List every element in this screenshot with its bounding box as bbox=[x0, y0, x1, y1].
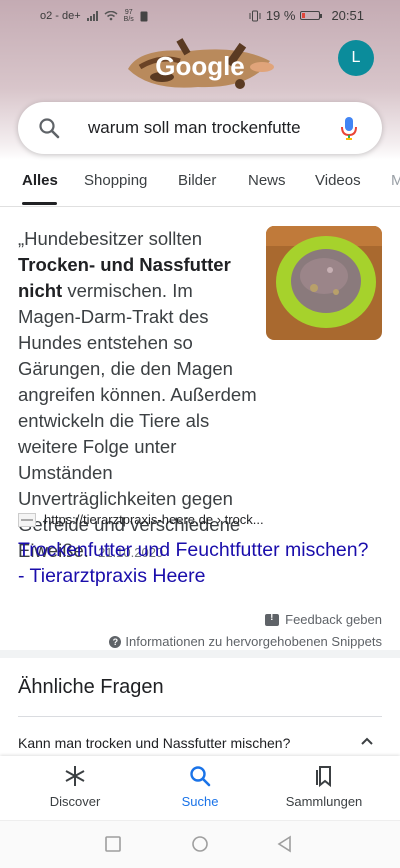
tab-more[interactable]: M bbox=[391, 172, 400, 189]
tabs-divider bbox=[0, 206, 400, 207]
google-logo-text: Google bbox=[155, 51, 245, 81]
feedback-label: Feedback geben bbox=[285, 612, 382, 627]
google-doodle[interactable]: Google bbox=[120, 37, 280, 95]
clock: 20:51 bbox=[331, 8, 364, 23]
avatar-letter: L bbox=[351, 49, 361, 66]
feedback-button[interactable]: Feedback geben bbox=[265, 612, 382, 627]
site-favicon-icon bbox=[18, 512, 36, 527]
tab-news[interactable]: News bbox=[248, 172, 286, 189]
help-icon: ? bbox=[109, 635, 122, 648]
wifi-icon bbox=[104, 11, 118, 21]
source-row[interactable]: https://tierarztpraxis-heere.de › trock.… bbox=[18, 512, 264, 527]
feedback-icon bbox=[265, 612, 280, 626]
account-avatar[interactable]: L bbox=[338, 40, 374, 76]
asterisk-icon bbox=[65, 766, 85, 786]
signal-icon bbox=[86, 11, 98, 21]
bottom-navigation: Discover Suche Sammlungen bbox=[0, 756, 400, 820]
search-icon bbox=[190, 766, 211, 787]
system-navigation bbox=[0, 820, 400, 868]
related-question[interactable]: Kann man trocken und Nassfutter mischen? bbox=[18, 735, 290, 751]
carrier-label: o2 - de+ bbox=[40, 10, 81, 22]
chevron-up-icon[interactable] bbox=[360, 736, 374, 746]
tab-bilder[interactable]: Bilder bbox=[178, 172, 216, 189]
search-input[interactable]: warum soll man trockenfutte bbox=[88, 118, 340, 138]
search-bar[interactable]: warum soll man trockenfutte bbox=[18, 102, 382, 154]
source-url[interactable]: https://tierarztpraxis-heere.de › trock.… bbox=[44, 512, 264, 527]
home-icon[interactable] bbox=[191, 835, 209, 853]
vibrate-icon bbox=[249, 10, 261, 21]
status-bar: o2 - de+ 97 B/s 19 % 20:51 bbox=[0, 0, 400, 30]
recents-icon[interactable] bbox=[104, 835, 122, 853]
back-icon[interactable] bbox=[276, 835, 294, 853]
microphone-icon[interactable] bbox=[338, 115, 360, 141]
nav-search[interactable]: Suche bbox=[140, 764, 260, 809]
search-icon[interactable] bbox=[38, 117, 60, 139]
related-questions-title: Ähnliche Fragen bbox=[18, 676, 164, 698]
tab-videos[interactable]: Videos bbox=[315, 172, 361, 189]
collections-icon bbox=[316, 766, 331, 788]
tab-shopping[interactable]: Shopping bbox=[84, 172, 147, 189]
question-divider bbox=[18, 716, 382, 717]
section-separator bbox=[0, 650, 400, 658]
battery-percent: 19 % bbox=[265, 8, 296, 23]
data-rate: 97 B/s bbox=[123, 9, 134, 23]
snippet-info-label: Informationen zu hervorgehobenen Snippet… bbox=[125, 634, 382, 649]
nav-collections-label: Sammlungen bbox=[285, 794, 363, 809]
result-link[interactable]: Trockenfutter und Feuchtfutter mischen? … bbox=[18, 537, 378, 589]
nav-discover[interactable]: Discover bbox=[15, 764, 135, 809]
nav-discover-label: Discover bbox=[49, 794, 101, 809]
active-tab-indicator bbox=[22, 202, 57, 205]
snippet-text-part1: „Hundebesitzer sollten bbox=[18, 228, 203, 249]
sim-icon bbox=[140, 11, 148, 21]
tab-alles[interactable]: Alles bbox=[22, 172, 58, 189]
search-tabs: Alles Shopping Bilder News Videos M bbox=[0, 172, 400, 206]
nav-collections[interactable]: Sammlungen bbox=[264, 764, 384, 809]
nav-search-label: Suche bbox=[181, 794, 219, 809]
snippet-info-link[interactable]: ? Informationen zu hervorgehobenen Snipp… bbox=[109, 634, 382, 649]
battery-icon bbox=[300, 11, 323, 20]
